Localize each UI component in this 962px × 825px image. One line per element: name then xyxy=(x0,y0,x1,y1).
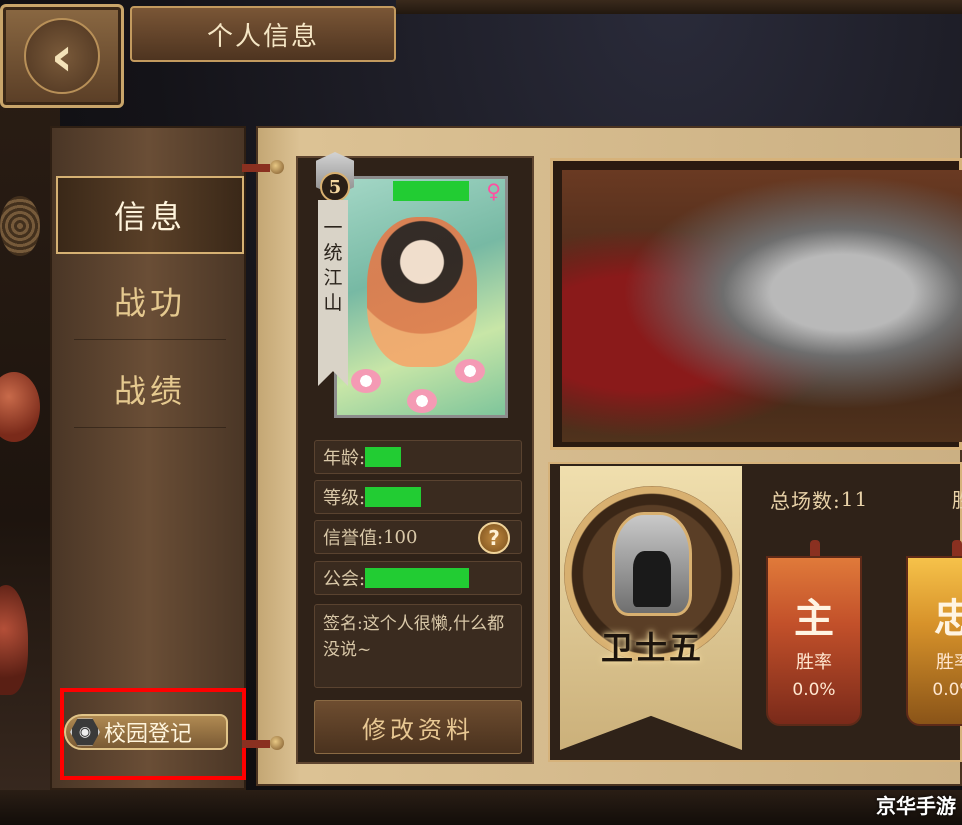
edit-profile-button[interactable]: 修改资料 xyxy=(314,700,522,754)
book-tab-top xyxy=(242,164,270,172)
decor-rope xyxy=(0,196,40,256)
role-winrate-value: 0.0% xyxy=(932,680,962,700)
guild-row: 公会: xyxy=(314,561,522,595)
role-winrate-value: 0.0% xyxy=(792,680,836,700)
age-redacted xyxy=(365,447,402,467)
back-button[interactable]: ‹ xyxy=(0,4,124,108)
role-char: 主 xyxy=(794,595,834,642)
book-pin-top xyxy=(270,160,284,174)
lotus-icon xyxy=(407,389,437,413)
age-row: 年龄: xyxy=(314,440,522,474)
total-games-value: 11 xyxy=(840,487,869,511)
rank-ribbon-char: 江 xyxy=(323,267,343,289)
grade-row: 等级: xyxy=(314,480,522,514)
player-name-redacted xyxy=(393,181,469,201)
credit-label: 信誉值: xyxy=(323,528,384,549)
age-label: 年龄: xyxy=(323,448,366,469)
nav-tab-info[interactable]: 信息 xyxy=(56,176,244,254)
rank-ribbon-char: 统 xyxy=(323,242,343,264)
highlight-box xyxy=(60,688,246,780)
nav-tab-record[interactable]: 战绩 xyxy=(74,350,226,428)
lotus-icon xyxy=(455,359,485,383)
total-games-label: 总场数: xyxy=(770,488,841,513)
nav-tab-merit[interactable]: 战功 xyxy=(74,262,226,340)
grade-redacted xyxy=(365,487,422,507)
guild-label: 公会: xyxy=(323,569,366,590)
rank-ribbon-char: 山 xyxy=(323,292,343,314)
rank-title: 卫士五 xyxy=(600,629,703,667)
avatar-card[interactable]: ♀ xyxy=(334,176,508,418)
role-winrate-label: 胜率 xyxy=(936,652,962,673)
avatar-character xyxy=(367,217,477,367)
help-icon[interactable]: ? xyxy=(478,522,510,554)
helmet-icon xyxy=(612,512,692,616)
rank-ribbon: 一 统 江 山 xyxy=(318,200,348,386)
signature-label: 签名: xyxy=(323,614,363,634)
role-card-lord[interactable]: 主 胜率 0.0% xyxy=(766,556,862,726)
chevron-left-icon: ‹ xyxy=(24,18,100,94)
level-badge: 5 xyxy=(320,172,350,202)
bottom-strip xyxy=(0,790,962,825)
watermark: 京华手游 xyxy=(876,794,956,818)
female-icon: ♀ xyxy=(486,179,501,203)
total-games: 总场数: 11 xyxy=(770,484,868,514)
guild-redacted xyxy=(365,568,470,588)
role-card-loyalist[interactable]: 忠 胜率 0.0% xyxy=(906,556,962,726)
stat-label-cutoff: 胜 xyxy=(952,484,962,513)
role-char: 忠 xyxy=(934,595,962,642)
stone-lion-artwork xyxy=(562,170,962,442)
book-pin-bottom xyxy=(270,736,284,750)
role-winrate-label: 胜率 xyxy=(796,652,832,673)
credit-value: 100 xyxy=(383,526,418,548)
top-bar xyxy=(396,0,962,14)
page-title: 个人信息 xyxy=(130,6,396,62)
signature-box[interactable]: 签名:这个人很懒,什么都没说~ xyxy=(314,604,522,688)
grade-label: 等级: xyxy=(323,488,366,509)
book-tab-bottom xyxy=(242,740,270,748)
lotus-icon xyxy=(351,369,381,393)
rank-ribbon-char: 一 xyxy=(323,217,343,239)
